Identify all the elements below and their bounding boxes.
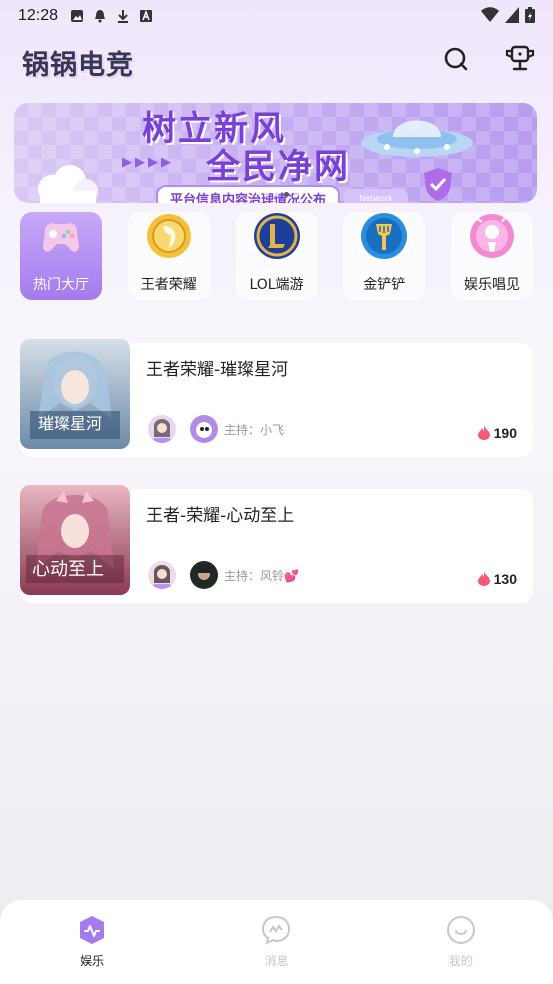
app-title: 锅锅电竞 [22,49,134,81]
room-heat: 130 [477,571,517,587]
honor-of-kings-icon [146,214,191,258]
flame-icon [477,426,490,440]
room-card[interactable]: 心动至上 王者-荣耀-心动至上 主持：风铃💕 130 [20,485,533,603]
banner-dot-active [284,192,289,197]
heat-value: 190 [493,425,517,441]
notification-bell-icon [95,10,106,23]
banner-network-badge: Network [344,189,408,203]
heat-value: 130 [493,571,517,587]
room-cover-text: 璀璨星河 [38,414,102,433]
category-label: LOL端游 [249,277,304,293]
shield-check-icon [424,168,452,201]
room-cover-image: 璀璨星河 [20,339,130,449]
room-thumbnail: 心动至上 [20,485,130,595]
room-cover-image: 心动至上 [20,485,130,595]
cloud-icon [38,165,98,203]
avatar [148,415,176,443]
search-button[interactable] [441,44,471,74]
host-label: 主持：小飞 [224,422,285,437]
nav-messages[interactable]: 消息 [226,914,326,969]
trophy-icon [505,45,535,71]
host-label: 主持：风铃💕 [224,568,299,583]
host-avatar [190,415,218,443]
avatar-badge [152,584,172,589]
lol-icon [253,213,300,259]
nav-entertainment[interactable]: 娱乐 [42,914,142,969]
gamepad-icon [43,223,79,252]
bottom-nav: 娱乐 消息 我的 [0,900,553,984]
category-golden-spatula[interactable]: 金铲铲 [343,212,426,300]
status-system-icons [481,7,535,23]
profile-icon [446,916,475,944]
room-participants: 主持：风铃💕 [148,561,299,589]
room-heat: 190 [477,425,517,441]
category-label: 娱乐唱见 [464,277,520,293]
nav-label: 消息 [264,954,289,968]
category-label: 王者荣耀 [140,277,197,293]
status-time: 12:28 [18,7,59,24]
download-icon [118,10,129,23]
nav-label: 我的 [448,954,473,968]
room-participants: 主持：小飞 [148,415,284,443]
ufo-icon [361,120,473,157]
room-card[interactable]: 璀璨星河 王者荣耀-璀璨星河 主持：小飞 190 [20,339,533,457]
category-entertainment[interactable]: 娱乐唱见 [451,212,533,300]
golden-spatula-icon [361,213,408,259]
category-label: 热门大厅 [33,277,89,293]
category-hot-hall[interactable]: 热门大厅 [20,212,102,300]
avatar-badge [152,438,172,443]
signal-icon [505,7,519,23]
avatar [148,561,176,589]
banner-pagination [264,192,299,197]
status-notification-icons [70,9,153,23]
nav-label: 娱乐 [80,954,105,968]
room-title: 王者荣耀-璀璨星河 [146,360,289,380]
banner-arrows: ▶▶▶▶ [122,155,174,170]
banner-dot [274,192,279,197]
trophy-button[interactable] [505,44,535,74]
nav-profile[interactable]: 我的 [411,914,511,969]
host-avatar [190,561,218,589]
category-lol[interactable]: LOL端游 [235,212,318,300]
app-header: 锅锅电竞 [22,42,535,82]
category-label: 金铲铲 [363,277,406,293]
search-icon [444,47,468,71]
wifi-icon [481,7,499,22]
flame-icon [477,572,490,586]
room-cover-text: 心动至上 [32,559,104,580]
entertainment-nav-icon [80,916,105,944]
banner-headline-2: 全民净网 [206,147,350,187]
room-title: 王者-荣耀-心动至上 [146,506,295,526]
battery-icon [525,7,535,23]
font-icon [140,9,153,22]
category-honor-of-kings[interactable]: 王者荣耀 [127,212,210,300]
message-icon [262,915,291,945]
gallery-icon [71,10,84,22]
entertainment-icon [470,214,514,258]
banner-subtitle: 平台信息内容治理情况公布 [156,185,341,203]
room-thumbnail: 璀璨星河 [20,339,130,449]
category-row: 热门大厅 王者荣耀 LOL端游 金铲铲 娱乐唱见 [20,212,533,302]
banner-dot [264,192,269,197]
header-actions [441,44,535,74]
status-bar: 12:28 [0,0,553,32]
banner-dot [294,192,299,197]
promo-banner[interactable]: ▶▶▶▶ 树立新风 全民净网 平台信息内容治理情况公布 Network [14,103,537,203]
